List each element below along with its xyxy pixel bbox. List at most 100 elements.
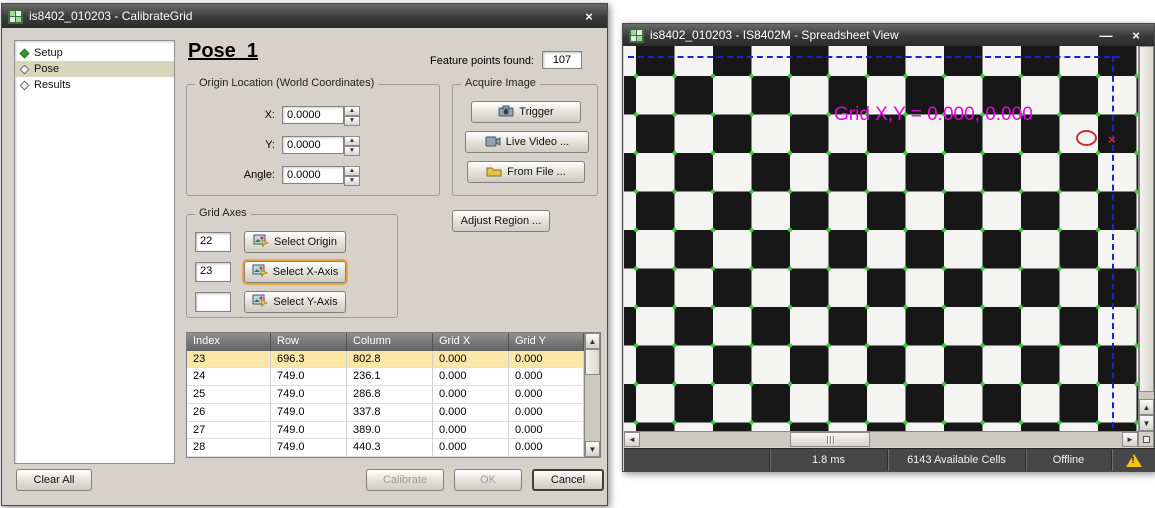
scrollbar-track[interactable] — [585, 375, 600, 441]
select-origin-button[interactable]: Select Origin — [244, 231, 346, 253]
trigger-label: Trigger — [519, 106, 553, 118]
spin-up-icon[interactable]: ▲ — [344, 136, 360, 146]
column-header-grid-y[interactable]: Grid Y — [509, 333, 584, 351]
select-y-axis-button[interactable]: Select Y-Axis — [244, 291, 346, 313]
table-cell: 0.000 — [433, 439, 509, 457]
window-title: is8402_010203 - IS8402M - Spreadsheet Vi… — [650, 28, 899, 42]
select-x-axis-row: 23 Select X-Axis — [195, 261, 346, 283]
column-header-row[interactable]: Row — [271, 333, 347, 351]
table-cell: 802.8 — [347, 351, 433, 369]
region-border-top[interactable] — [628, 56, 1120, 58]
select-x-axis-label: Select X-Axis — [273, 266, 338, 278]
spin-down-icon[interactable]: ▼ — [344, 176, 360, 186]
status-spacer — [624, 449, 769, 471]
calibrate-label: Calibrate — [383, 474, 427, 486]
calibrate-grid-titlebar[interactable]: is8402_010203 - CalibrateGrid × — [2, 4, 607, 28]
table-cell: 0.000 — [509, 422, 584, 440]
folder-icon — [486, 165, 502, 180]
scroll-up-icon[interactable]: ▲ — [1139, 399, 1154, 415]
y-field[interactable] — [282, 136, 344, 154]
ok-button[interactable]: OK — [454, 469, 522, 491]
y-axis-index-field[interactable] — [195, 292, 231, 312]
close-button[interactable]: × — [577, 8, 601, 25]
column-header-column[interactable]: Column — [347, 333, 433, 351]
column-header-grid-x[interactable]: Grid X — [433, 333, 509, 351]
y-spinner: ▲ ▼ — [344, 136, 360, 154]
scrollbar-thumb[interactable] — [790, 432, 870, 447]
scrollbar-thumb[interactable] — [585, 349, 600, 375]
scrollbar-thumb[interactable] — [1139, 46, 1154, 392]
grip-icon — [827, 436, 828, 444]
table-row[interactable]: 24 749.0 236.1 0.000 0.000 — [187, 368, 584, 386]
clear-all-button[interactable]: Clear All — [16, 469, 92, 491]
cancel-label: Cancel — [551, 474, 585, 486]
calibrate-button[interactable]: Calibrate — [366, 469, 444, 491]
nav-tree: Setup Pose Results — [14, 40, 175, 464]
trigger-button[interactable]: Trigger — [471, 101, 581, 123]
origin-y-row: Y: ▲ ▼ — [195, 135, 360, 155]
table-row[interactable]: 27 749.0 389.0 0.000 0.000 — [187, 422, 584, 440]
ok-label: OK — [480, 474, 496, 486]
tree-item-label: Setup — [34, 47, 63, 59]
from-file-button[interactable]: From File ... — [467, 161, 585, 183]
table-cell: 25 — [187, 386, 271, 404]
image-horizontal-scrollbar[interactable]: ◄ ► — [624, 431, 1138, 447]
image-vertical-scrollbar[interactable]: ▲ ▼ — [1138, 46, 1154, 431]
close-button[interactable]: × — [1124, 27, 1148, 44]
x-field[interactable] — [282, 106, 344, 124]
app-icon — [629, 28, 644, 43]
scroll-left-icon[interactable]: ◄ — [624, 432, 640, 447]
tree-item-label: Results — [34, 79, 71, 91]
tree-item-label: Pose — [34, 63, 59, 75]
scroll-down-icon[interactable]: ▼ — [585, 441, 600, 457]
column-header-index[interactable]: Index — [187, 333, 271, 351]
x-label: X: — [195, 109, 275, 121]
table-row[interactable]: 23 696.3 802.8 0.000 0.000 — [187, 351, 584, 369]
clear-all-label: Clear All — [34, 474, 75, 486]
table-row[interactable]: 25 749.0 286.8 0.000 0.000 — [187, 386, 584, 404]
checkerboard-image[interactable]: Grid X,Y = 0.000, 0.000 × — [624, 46, 1138, 431]
tree-item-setup[interactable]: Setup — [15, 45, 174, 61]
live-video-button[interactable]: Live Video ... — [465, 131, 589, 153]
table-cell: 0.000 — [509, 439, 584, 457]
tree-item-results[interactable]: Results — [15, 77, 174, 93]
table-row[interactable]: 28 749.0 440.3 0.000 0.000 — [187, 439, 584, 457]
tree-item-pose[interactable]: Pose — [15, 61, 174, 77]
page-title: Pose 1 — [188, 40, 258, 63]
minimize-button[interactable]: — — [1094, 27, 1118, 44]
table-cell: 0.000 — [433, 386, 509, 404]
adjust-region-button[interactable]: Adjust Region ... — [452, 210, 550, 232]
spreadsheet-view-window: is8402_010203 - IS8402M - Spreadsheet Vi… — [622, 23, 1155, 472]
region-border-right[interactable] — [1112, 56, 1114, 428]
scroll-right-icon[interactable]: ► — [1122, 432, 1138, 447]
select-x-axis-button[interactable]: Select X-Axis — [244, 261, 346, 283]
calibrate-grid-window: is8402_010203 - CalibrateGrid × Setup Po… — [1, 3, 608, 506]
spin-up-icon[interactable]: ▲ — [344, 166, 360, 176]
spin-down-icon[interactable]: ▼ — [344, 146, 360, 156]
origin-index-field[interactable]: 22 — [195, 232, 231, 252]
spin-down-icon[interactable]: ▼ — [344, 116, 360, 126]
x-axis-index-field[interactable]: 23 — [195, 262, 231, 282]
spin-up-icon[interactable]: ▲ — [344, 106, 360, 116]
table-scrollbar[interactable]: ▲ ▼ — [584, 333, 600, 457]
diamond-icon — [20, 64, 30, 74]
scrollbar-track[interactable] — [1139, 392, 1154, 399]
angle-field[interactable] — [282, 166, 344, 184]
camera-icon — [498, 105, 514, 120]
table-cell: 236.1 — [347, 368, 433, 386]
table-row[interactable]: 26 749.0 337.8 0.000 0.000 — [187, 404, 584, 422]
table-cell: 0.000 — [509, 386, 584, 404]
spreadsheet-view-titlebar[interactable]: is8402_010203 - IS8402M - Spreadsheet Vi… — [623, 24, 1154, 46]
table-cell: 749.0 — [271, 386, 347, 404]
scroll-down-icon[interactable]: ▼ — [1139, 415, 1154, 431]
table-cell: 0.000 — [509, 368, 584, 386]
cancel-button[interactable]: Cancel — [532, 469, 604, 491]
angle-label: Angle: — [195, 169, 275, 181]
table-cell: 0.000 — [433, 368, 509, 386]
scroll-up-icon[interactable]: ▲ — [585, 333, 600, 349]
resize-corner[interactable] — [1138, 431, 1154, 447]
table-cell: 27 — [187, 422, 271, 440]
warning-icon[interactable]: ! — [1126, 454, 1142, 467]
scrollbar-track[interactable] — [640, 432, 1122, 447]
select-origin-label: Select Origin — [274, 236, 337, 248]
